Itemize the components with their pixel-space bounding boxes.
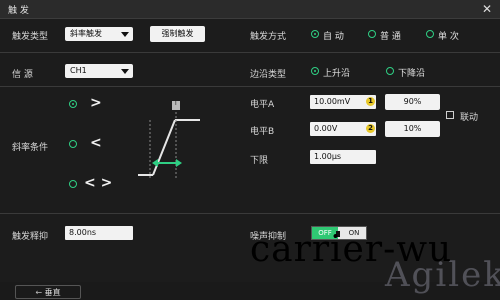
edge-falling-radio[interactable] [386,67,394,75]
condition-greater-label: > [90,95,102,111]
edge-falling-label: 下降沿 [398,69,426,79]
title-bar: 触 发 ✕ [0,0,500,19]
edge-rising-radio[interactable] [311,67,319,75]
mode-single-radio[interactable] [426,30,434,38]
divider [0,52,500,53]
close-icon[interactable]: ✕ [480,2,494,16]
slope-diagram [138,101,200,180]
link-checkbox[interactable] [446,111,454,119]
trigger-type-value: 斜率触发 [70,29,102,38]
mode-normal-label: 普 通 [380,32,401,42]
slope-condition-label: 斜率条件 [12,143,49,153]
vertical-label: 垂直 [44,288,61,297]
mode-auto-label: 自 动 [323,32,344,42]
edge-type-label: 边沿类型 [250,70,287,80]
slope-edge-line [152,119,176,176]
level-b-percent-button[interactable]: 10% [385,121,440,137]
level-a-percent-button[interactable]: 90% [385,94,440,110]
source-label: 信 源 [12,70,33,80]
condition-less-label: < [90,135,102,151]
condition-greater-radio[interactable] [69,100,77,108]
link-label: 联动 [460,113,479,123]
mode-normal-radio[interactable] [368,30,376,38]
trigger-type-label: 触发类型 [12,32,49,42]
level-a-label: 电平A [250,100,275,110]
watermark-text: carrier-wu [250,229,453,270]
lower-limit-field[interactable]: 1.00µs [310,150,376,164]
source-value: CH1 [70,66,87,75]
mode-single-label: 单 次 [438,32,459,42]
lower-limit-label: 下限 [250,156,269,166]
arrow-right-icon [176,159,182,167]
source-select[interactable]: CH1 [65,64,133,78]
level-b-badge: 2 [366,124,375,133]
chevron-left-icon: ← [35,288,43,297]
holdoff-field[interactable]: 8.00ns [65,226,133,240]
chevron-down-icon [121,69,129,74]
condition-less-radio[interactable] [69,140,77,148]
edge-rising-label: 上升沿 [323,69,351,79]
level-b-label: 电平B [250,127,275,137]
condition-between-label: < > [84,175,113,191]
vertical-button[interactable]: ← 垂直 [15,285,81,299]
condition-between-radio[interactable] [69,180,77,188]
holdoff-label: 触发释抑 [12,232,49,242]
mode-auto-radio[interactable] [311,30,319,38]
divider [0,86,500,87]
trigger-mode-label: 触发方式 [250,32,287,42]
force-trigger-button[interactable]: 强制触发 [150,26,205,42]
arrow-left-icon [152,159,158,167]
chevron-down-icon [121,32,129,37]
trigger-type-select[interactable]: 斜率触发 [65,27,133,41]
divider [0,213,500,214]
trigger-marker-label: T [174,100,178,107]
level-a-badge: 1 [366,97,375,106]
dialog-title: 触 发 [8,6,29,16]
